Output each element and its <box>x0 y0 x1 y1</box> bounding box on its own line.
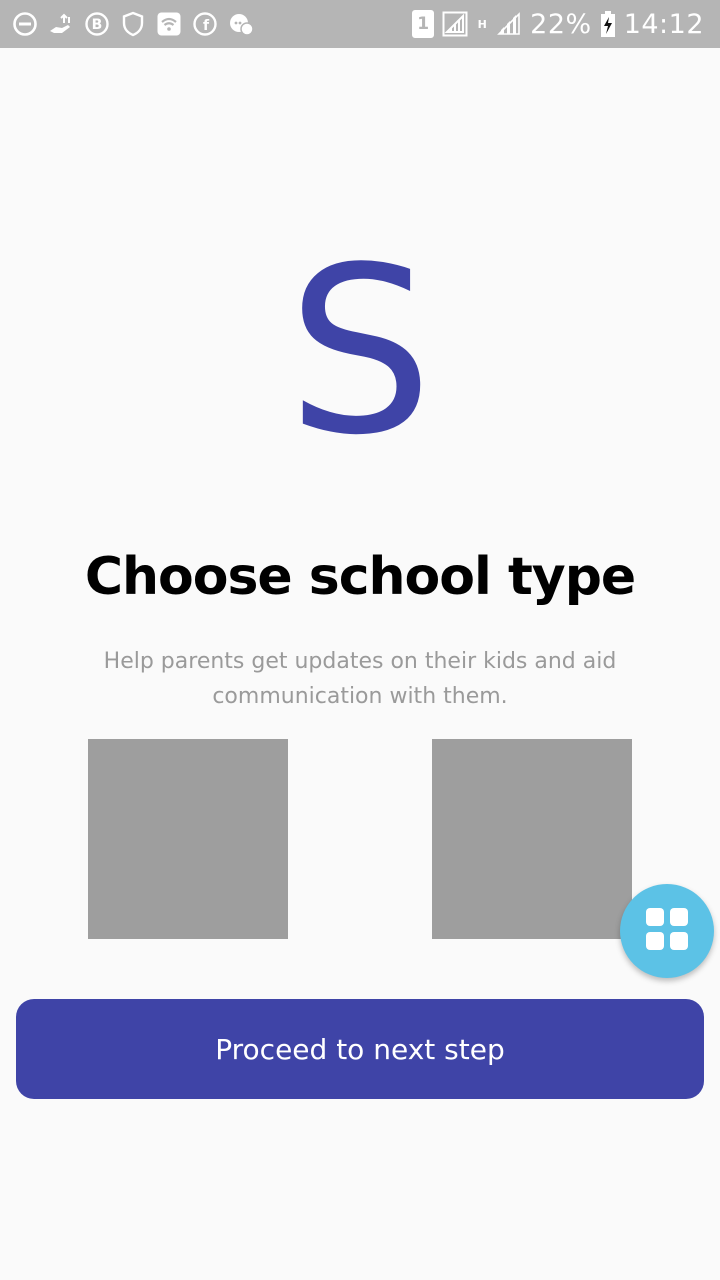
signal-sim2-icon <box>496 11 522 37</box>
dnd-icon <box>12 11 38 37</box>
battery-percent: 22% <box>530 8 592 40</box>
page-subtitle: Help parents get updates on their kids a… <box>103 649 617 709</box>
grid-icon <box>645 907 689 956</box>
system-indicators: 1 H 22% 14:12 <box>412 6 704 42</box>
battery-charging-icon <box>600 11 616 37</box>
wifi-icon <box>156 11 182 37</box>
status-bar: B f 1 H 22% 14:12 <box>0 0 720 48</box>
school-type-option-2[interactable] <box>432 739 632 939</box>
app-logo: S <box>287 219 433 486</box>
svg-text:B: B <box>92 17 103 33</box>
proceed-button[interactable]: Proceed to next step <box>16 999 704 1099</box>
b-app-icon: B <box>84 11 110 37</box>
svg-text:f: f <box>203 18 210 34</box>
shield-icon <box>120 11 146 37</box>
clock: 14:12 <box>623 8 704 40</box>
facebook-icon: f <box>192 11 218 37</box>
floating-action-button[interactable] <box>620 884 714 978</box>
hand-upload-icon <box>48 11 74 37</box>
sim-slot-badge: 1 <box>412 10 435 38</box>
chat-icon <box>228 11 254 37</box>
notification-icons: B f <box>12 8 254 40</box>
page-title: Choose school type <box>84 547 636 607</box>
network-type-label: H <box>477 17 487 31</box>
signal-sim1-icon <box>442 11 468 37</box>
school-type-option-1[interactable] <box>88 739 288 939</box>
